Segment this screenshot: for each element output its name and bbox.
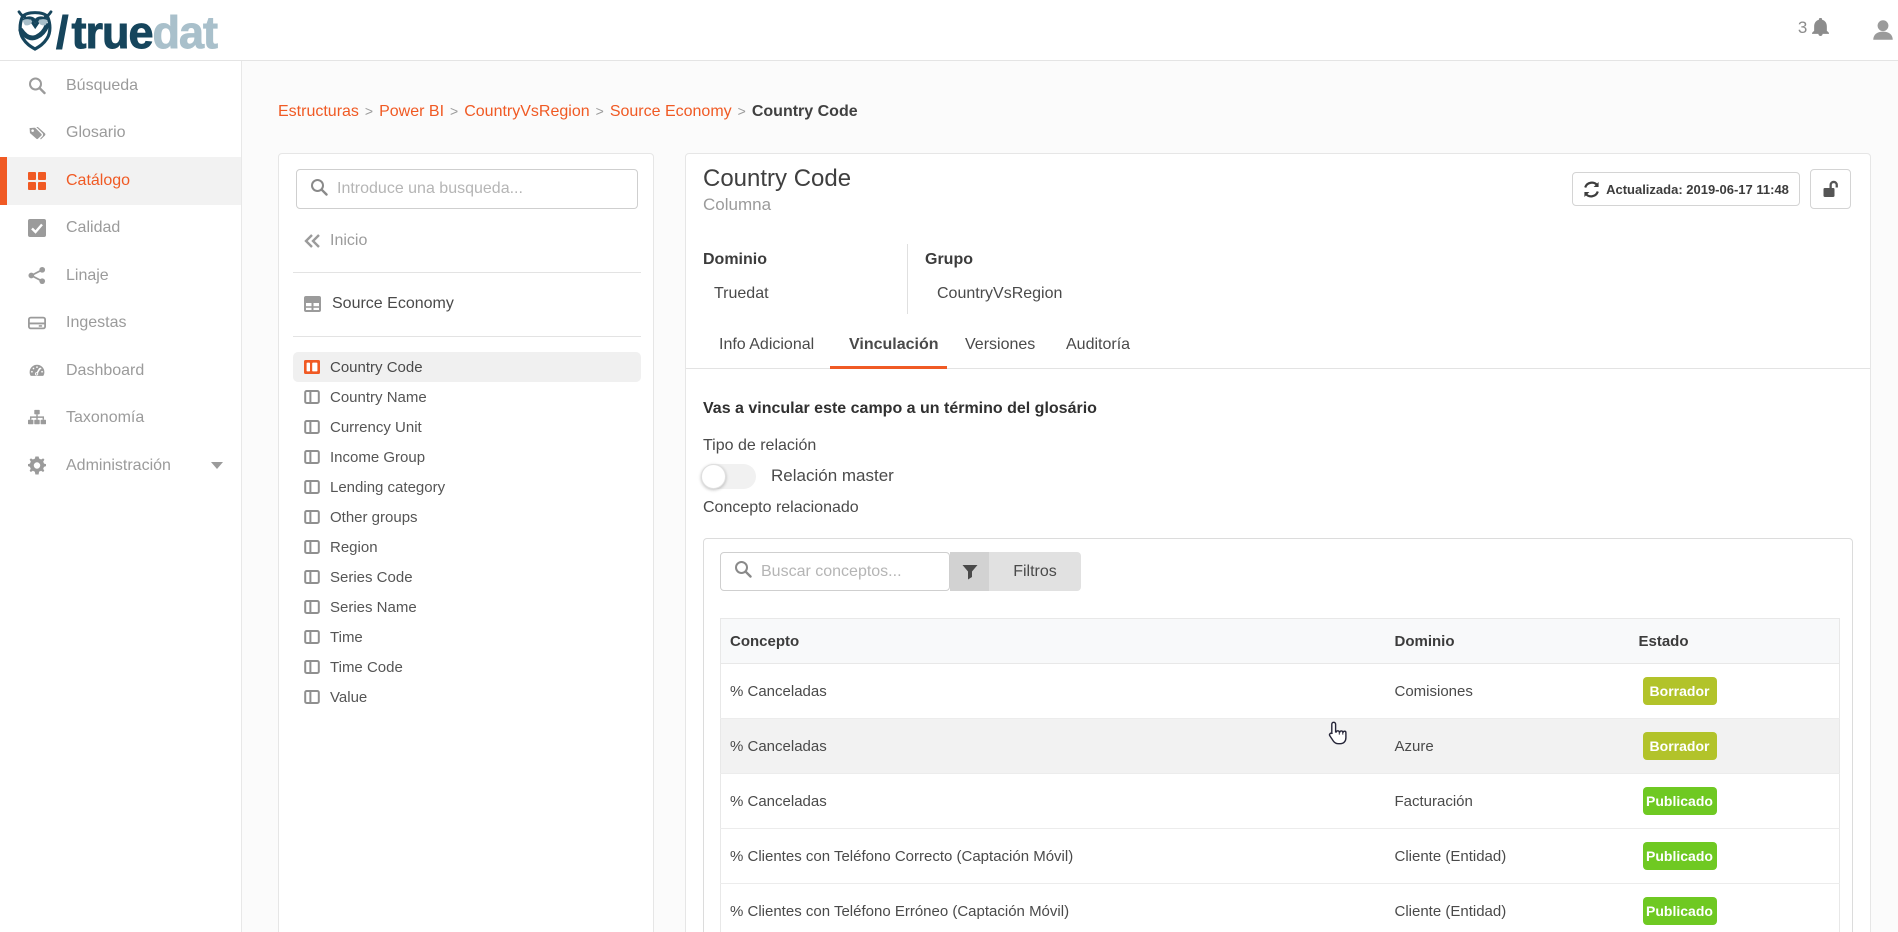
svg-text:/truedat: /truedat	[56, 7, 218, 58]
